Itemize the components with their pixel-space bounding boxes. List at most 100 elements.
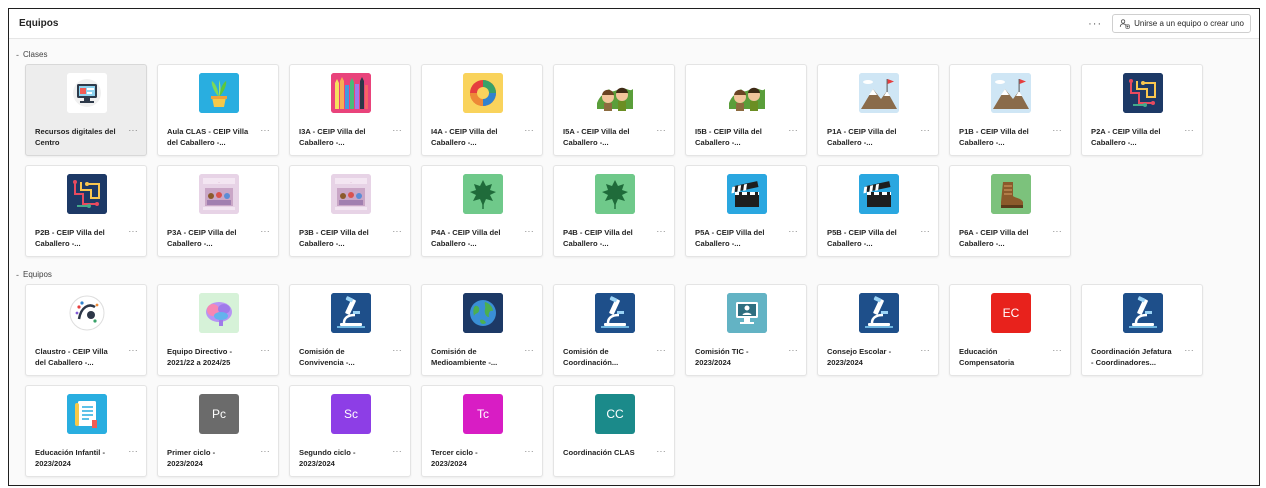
team-name-line1: P5A - CEIP Villa del: [695, 228, 765, 237]
team-more-options-button[interactable]: ···: [789, 346, 799, 355]
team-name: P1A - CEIP Villa del Caballero -...: [827, 126, 915, 148]
team-name-line2: Caballero -...: [695, 239, 741, 248]
team-name: P5A - CEIP Villa del Caballero -...: [695, 227, 783, 249]
microscope-icon: [595, 293, 635, 333]
section-header-clases[interactable]: - Clases: [16, 47, 1259, 62]
team-card[interactable]: Coordinación Jefatura - Coordinadores... ·…: [1081, 284, 1203, 376]
more-options-button[interactable]: ···: [1084, 18, 1106, 30]
team-card[interactable]: Comisión de Medioambiente -... ···: [421, 284, 543, 376]
team-more-options-button[interactable]: ···: [525, 227, 535, 236]
team-name-line1: Comisión TIC -: [695, 347, 749, 356]
team-card[interactable]: CC Coordinación CLAS ···: [553, 385, 675, 477]
team-more-options-button[interactable]: ···: [657, 227, 667, 236]
team-more-options-button[interactable]: ···: [657, 447, 667, 456]
team-more-options-button[interactable]: ···: [393, 346, 403, 355]
team-card[interactable]: P2A - CEIP Villa del Caballero -... ···: [1081, 64, 1203, 156]
team-card[interactable]: I5B - CEIP Villa del Caballero -... ···: [685, 64, 807, 156]
team-name-line2: Compensatoria: [959, 358, 1015, 367]
team-name-line1: Claustro - CEIP Villa: [35, 347, 108, 356]
team-name: Aula CLAS - CEIP Villa del Caballero -...: [167, 126, 255, 148]
team-more-options-button[interactable]: ···: [393, 126, 403, 135]
join-or-create-team-button[interactable]: Unirse a un equipo o crear uno: [1112, 14, 1251, 33]
team-more-options-button[interactable]: ···: [261, 447, 271, 456]
team-name-line2: Coordinación...: [563, 358, 619, 367]
section-header-equipos[interactable]: - Equipos: [16, 267, 1259, 282]
page-title: Equipos: [19, 18, 59, 29]
team-more-options-button[interactable]: ···: [1053, 346, 1063, 355]
team-name: Coordinación CLAS: [563, 447, 651, 458]
team-name-line1: P3A - CEIP Villa del: [167, 228, 237, 237]
team-card[interactable]: Aula CLAS - CEIP Villa del Caballero -...…: [157, 64, 279, 156]
team-more-options-button[interactable]: ···: [129, 346, 139, 355]
team-more-options-button[interactable]: ···: [129, 447, 139, 456]
team-card[interactable]: EC Educación Compensatoria ···: [949, 284, 1071, 376]
team-card[interactable]: Sc Segundo ciclo - 2023/2024 ···: [289, 385, 411, 477]
team-card[interactable]: I3A - CEIP Villa del Caballero -... ···: [289, 64, 411, 156]
team-name-line2: Caballero -...: [563, 138, 609, 147]
team-card[interactable]: P5B - CEIP Villa del Caballero -... ···: [817, 165, 939, 257]
team-name-line2: Caballero -...: [431, 239, 477, 248]
team-more-options-button[interactable]: ···: [789, 126, 799, 135]
brain-icon: [199, 293, 239, 333]
team-card[interactable]: Comisión de Coordinación... ···: [553, 284, 675, 376]
team-name-line1: Recursos digitales del: [35, 127, 116, 136]
team-more-options-button[interactable]: ···: [921, 346, 931, 355]
team-more-options-button[interactable]: ···: [261, 346, 271, 355]
team-card[interactable]: P4A - CEIP Villa del Caballero -... ···: [421, 165, 543, 257]
team-name-line1: I3A - CEIP Villa del: [299, 127, 366, 136]
team-more-options-button[interactable]: ···: [261, 227, 271, 236]
team-card[interactable]: Recursos digitales del Centro ···: [25, 64, 147, 156]
team-card[interactable]: Consejo Escolar - 2023/2024 ···: [817, 284, 939, 376]
team-name-line1: Segundo ciclo -: [299, 448, 356, 457]
team-card[interactable]: Comisión TIC - 2023/2024 ···: [685, 284, 807, 376]
team-card[interactable]: I5A - CEIP Villa del Caballero -... ···: [553, 64, 675, 156]
team-card[interactable]: Claustro - CEIP Villa del Caballero -... ·…: [25, 284, 147, 376]
team-card[interactable]: P5A - CEIP Villa del Caballero -... ···: [685, 165, 807, 257]
computer-screen-icon: [67, 73, 107, 113]
top-bar: Equipos ··· Unirse a un equipo o crear u…: [9, 9, 1259, 39]
team-name-line2: Caballero -...: [299, 138, 345, 147]
team-more-options-button[interactable]: ···: [129, 126, 139, 135]
team-name: P2A - CEIP Villa del Caballero -...: [1091, 126, 1179, 148]
team-card[interactable]: P1B - CEIP Villa del Caballero -... ···: [949, 64, 1071, 156]
monitor-icon: [727, 293, 767, 333]
teams-window: Equipos ··· Unirse a un equipo o crear u…: [8, 8, 1260, 486]
team-name-line2: Caballero -...: [695, 138, 741, 147]
team-card[interactable]: Equipo Directivo - 2021/22 a 2024/25 ···: [157, 284, 279, 376]
team-more-options-button[interactable]: ···: [921, 126, 931, 135]
team-more-options-button[interactable]: ···: [1185, 346, 1195, 355]
team-more-options-button[interactable]: ···: [261, 126, 271, 135]
team-card[interactable]: P6A - CEIP Villa del Caballero -... ···: [949, 165, 1071, 257]
team-card[interactable]: I4A - CEIP Villa del Caballero -... ···: [421, 64, 543, 156]
team-more-options-button[interactable]: ···: [921, 227, 931, 236]
team-card[interactable]: Educación Infantil - 2023/2024 ···: [25, 385, 147, 477]
team-card[interactable]: P1A - CEIP Villa del Caballero -... ···: [817, 64, 939, 156]
team-more-options-button[interactable]: ···: [1053, 126, 1063, 135]
team-card[interactable]: Comisión de Convivencia -... ···: [289, 284, 411, 376]
team-initials: EC: [1002, 306, 1020, 320]
team-name-line2: 2023/2024: [167, 459, 203, 468]
team-card[interactable]: Tc Tercer ciclo - 2023/2024 ···: [421, 385, 543, 477]
team-more-options-button[interactable]: ···: [525, 447, 535, 456]
team-more-options-button[interactable]: ···: [1185, 126, 1195, 135]
team-more-options-button[interactable]: ···: [525, 126, 535, 135]
team-name-line2: Caballero -...: [299, 239, 345, 248]
team-more-options-button[interactable]: ···: [1053, 227, 1063, 236]
team-card[interactable]: Pc Primer ciclo - 2023/2024 ···: [157, 385, 279, 477]
team-more-options-button[interactable]: ···: [525, 346, 535, 355]
team-name-line1: Educación: [959, 347, 998, 356]
team-more-options-button[interactable]: ···: [657, 346, 667, 355]
team-more-options-button[interactable]: ···: [393, 447, 403, 456]
color-wheel-icon: [463, 73, 503, 113]
team-card[interactable]: P2B - CEIP Villa del Caballero -... ···: [25, 165, 147, 257]
team-more-options-button[interactable]: ···: [789, 227, 799, 236]
team-more-options-button[interactable]: ···: [393, 227, 403, 236]
team-name: Consejo Escolar - 2023/2024: [827, 346, 915, 368]
team-name: P5B - CEIP Villa del Caballero -...: [827, 227, 915, 249]
team-card[interactable]: . P3A - CEIP Villa del Caballero -... ···: [157, 165, 279, 257]
team-more-options-button[interactable]: ···: [657, 126, 667, 135]
team-card[interactable]: P4B - CEIP Villa del Caballero -... ···: [553, 165, 675, 257]
clapperboard-icon: [859, 174, 899, 214]
team-more-options-button[interactable]: ···: [129, 227, 139, 236]
team-card[interactable]: . P3B - CEIP Villa del Caballero -... ···: [289, 165, 411, 257]
